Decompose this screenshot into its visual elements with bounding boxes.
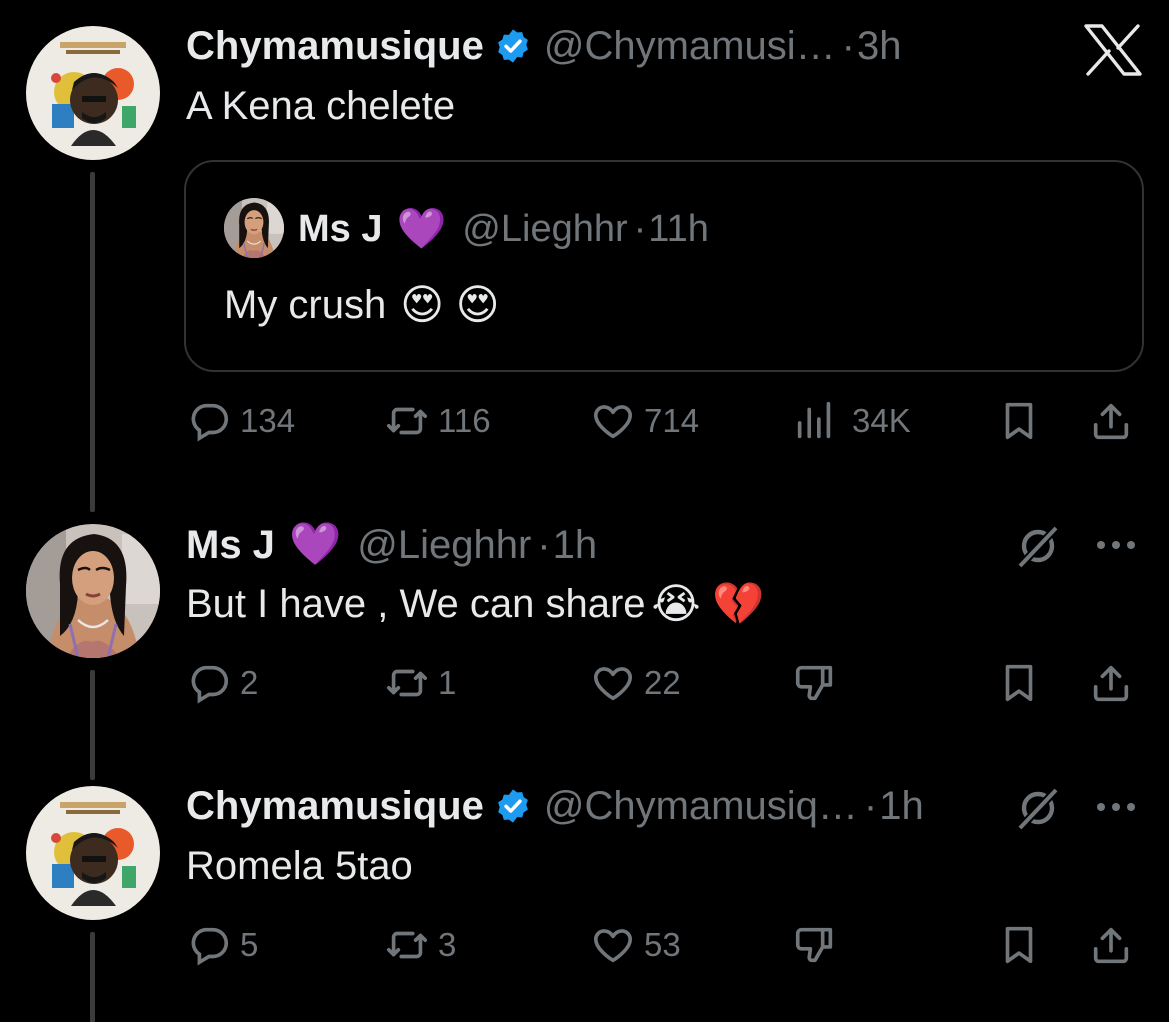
quoted-tweet[interactable]: Ms J 💜 @Lieghhr · 11h My crush 😍 😍 xyxy=(184,160,1144,372)
avatar[interactable] xyxy=(26,26,160,160)
heart-eyes-emoji: 😍 😍 xyxy=(400,281,500,328)
bookmark-icon xyxy=(996,922,1042,968)
grok-icon[interactable] xyxy=(1014,784,1062,832)
repost-icon xyxy=(384,922,430,968)
repost-button[interactable]: 116 xyxy=(384,396,491,446)
verified-badge-icon xyxy=(494,787,532,825)
like-button[interactable]: 53 xyxy=(590,920,681,970)
timestamp[interactable]: 1h xyxy=(879,782,924,830)
avatar[interactable] xyxy=(26,786,160,920)
quoted-text: My crush xyxy=(224,283,387,327)
quoted-text-line: My crush 😍 😍 xyxy=(224,280,500,330)
action-bar: 134 116 714 34K xyxy=(186,396,1136,446)
repost-button[interactable]: 1 xyxy=(384,658,456,708)
bookmark-icon xyxy=(996,660,1042,706)
dot-separator: · xyxy=(841,24,855,68)
like-count: 53 xyxy=(644,926,681,963)
repost-count: 1 xyxy=(438,664,457,701)
handle[interactable]: @Lieghhr xyxy=(357,521,531,569)
heart-icon xyxy=(590,660,636,706)
quoted-display-name: Ms J xyxy=(298,208,383,250)
dot-separator: · xyxy=(537,523,551,567)
share-button[interactable] xyxy=(1088,658,1134,708)
tweet-header: Ms J 💜 @Lieghhr · 1h xyxy=(186,520,597,569)
reply-icon xyxy=(186,922,232,968)
tweet-text-line: But I have , We can share 😭 💔 xyxy=(186,580,765,628)
reply-count: 5 xyxy=(240,926,259,963)
grok-icon[interactable] xyxy=(1014,522,1062,570)
like-count: 714 xyxy=(644,402,700,439)
tweet-text: But I have , We can share xyxy=(186,582,646,626)
dislike-button[interactable] xyxy=(792,658,838,708)
share-button[interactable] xyxy=(1088,920,1134,970)
timestamp[interactable]: 3h xyxy=(857,22,902,70)
repost-icon xyxy=(384,398,430,444)
reply-icon xyxy=(186,398,232,444)
repost-icon xyxy=(384,660,430,706)
thumbs-down-icon xyxy=(792,922,838,968)
reply-button[interactable]: 5 xyxy=(186,920,258,970)
repost-button[interactable]: 3 xyxy=(384,920,456,970)
repost-count: 3 xyxy=(438,926,457,963)
reply-count: 134 xyxy=(240,402,296,439)
heart-icon xyxy=(590,398,636,444)
like-button[interactable]: 714 xyxy=(590,396,699,446)
display-name[interactable]: Ms J xyxy=(186,521,275,569)
dot-separator: · xyxy=(863,784,878,828)
handle[interactable]: @Chymamusi… xyxy=(544,22,836,70)
quoted-header: Ms J 💜 @Lieghhr · 11h xyxy=(298,206,709,252)
bookmark-button[interactable] xyxy=(996,658,1042,708)
display-name[interactable]: Chymamusique xyxy=(186,782,484,830)
thread-line xyxy=(90,932,95,1022)
like-count: 22 xyxy=(644,664,681,701)
quoted-handle: @Lieghhr xyxy=(462,208,628,250)
reply-button[interactable]: 134 xyxy=(186,396,295,446)
repost-count: 116 xyxy=(438,402,491,439)
bookmark-icon xyxy=(996,398,1042,444)
share-icon xyxy=(1088,660,1134,706)
thread-line xyxy=(90,172,95,512)
tweet-text: Romela 5tao xyxy=(186,844,413,888)
views-button[interactable]: 34K xyxy=(792,396,911,446)
quoted-timestamp: 11h xyxy=(648,208,709,250)
share-button[interactable] xyxy=(1088,396,1134,446)
timestamp[interactable]: 1h xyxy=(553,521,598,569)
tweet-header: Chymamusique @Chymamusi… · 3h xyxy=(186,22,901,70)
crying-broken-heart-emoji: 😭 💔 xyxy=(651,580,765,627)
purple-heart-emoji: 💜 xyxy=(396,207,447,251)
bookmark-button[interactable] xyxy=(996,396,1042,446)
more-options-icon[interactable] xyxy=(1094,538,1138,552)
tweet-text: A Kena chelete xyxy=(186,84,456,128)
tweet-1[interactable]: Chymamusique @Chymamusi… · 3h A Kena che… xyxy=(0,0,1169,512)
views-icon xyxy=(792,398,838,444)
reply-icon xyxy=(186,660,232,706)
more-options-icon[interactable] xyxy=(1094,800,1138,814)
thumbs-down-icon xyxy=(792,660,838,706)
reply-button[interactable]: 2 xyxy=(186,658,258,708)
like-button[interactable]: 22 xyxy=(590,658,681,708)
quoted-avatar xyxy=(224,198,284,258)
dislike-button[interactable] xyxy=(792,920,838,970)
action-bar: 5 3 53 xyxy=(186,920,1136,970)
handle[interactable]: @Chymamusiq… xyxy=(544,782,858,830)
share-icon xyxy=(1088,398,1134,444)
bookmark-button[interactable] xyxy=(996,920,1042,970)
purple-heart-emoji: 💜 xyxy=(288,520,342,567)
verified-badge-icon xyxy=(494,27,532,65)
action-bar: 2 1 22 xyxy=(186,658,1136,708)
avatar[interactable] xyxy=(26,524,160,658)
dot-separator: · xyxy=(633,208,647,250)
view-count: 34K xyxy=(852,402,911,439)
reply-count: 2 xyxy=(240,664,259,701)
tweet-2[interactable]: Ms J 💜 @Lieghhr · 1h But I have , We can… xyxy=(0,500,1169,780)
share-icon xyxy=(1088,922,1134,968)
tweet-3[interactable]: Chymamusique @Chymamusiq… · 1h Romela 5t… xyxy=(0,762,1169,1022)
display-name[interactable]: Chymamusique xyxy=(186,22,484,70)
tweet-header: Chymamusique @Chymamusiq… · 1h xyxy=(186,782,924,830)
heart-icon xyxy=(590,922,636,968)
